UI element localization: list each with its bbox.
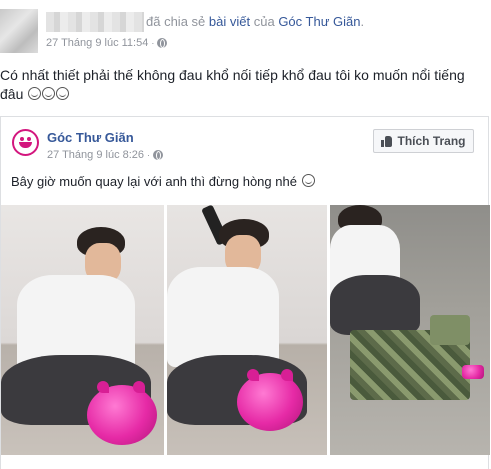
- globe-icon[interactable]: [157, 38, 168, 48]
- poster-name-redacted[interactable]: [46, 12, 144, 32]
- smile-emoji-icon: [28, 87, 42, 100]
- meta-separator: ·: [147, 150, 151, 160]
- page-name[interactable]: Góc Thư Giãn: [47, 130, 134, 145]
- like-page-button[interactable]: Thích Trang: [373, 129, 474, 153]
- shared-post-timestamp[interactable]: 27 Tháng 9 lúc 8:26: [47, 149, 144, 161]
- photo-collage: [1, 205, 490, 469]
- photo-person-pants: [330, 275, 420, 335]
- piggy-bank: [237, 373, 303, 431]
- shared-post-link[interactable]: bài viết: [209, 14, 250, 29]
- piggy-ear: [247, 369, 259, 381]
- page-avatar[interactable]: [12, 129, 39, 156]
- shared-caption: Bây giờ muốn quay lại với anh thì đừng h…: [11, 174, 315, 189]
- piggy-fragment: [462, 365, 484, 379]
- share-period: .: [360, 14, 365, 29]
- shared-caption-text: Bây giờ muốn quay lại với anh thì đừng h…: [11, 174, 297, 189]
- like-page-label: Thích Trang: [397, 134, 466, 148]
- of-text: của: [253, 14, 275, 29]
- shared-post-meta: 27 Tháng 9 lúc 8:26 ·: [47, 149, 164, 161]
- photo-1[interactable]: [1, 205, 164, 455]
- thumbs-up-icon: [381, 135, 393, 147]
- photo-person-shirt: [167, 267, 279, 367]
- smile-emoji-icon: [56, 87, 70, 100]
- meta-separator: ·: [151, 38, 155, 48]
- photo-3[interactable]: [330, 205, 490, 455]
- piggy-ear: [133, 381, 145, 393]
- globe-icon[interactable]: [153, 150, 164, 160]
- piggy-ear: [97, 381, 109, 393]
- post-meta: 27 Tháng 9 lúc 11:54 ·: [46, 37, 168, 49]
- piggy-bank: [87, 385, 157, 445]
- piggy-ear: [281, 369, 293, 381]
- share-line: đã chia sẻ bài viết của Góc Thư Giãn.: [146, 14, 364, 29]
- feed-post: đã chia sẻ bài viết của Góc Thư Giãn. 27…: [0, 0, 491, 469]
- smile-emoji-icon: [42, 87, 56, 100]
- post-message: Có nhất thiết phải thế không đau khổ nối…: [0, 66, 488, 104]
- post-timestamp[interactable]: 27 Tháng 9 lúc 11:54: [46, 37, 148, 49]
- shared-post-card: Góc Thư Giãn 27 Tháng 9 lúc 8:26 · Thích…: [0, 116, 490, 469]
- relieved-emoji-icon: [301, 174, 315, 187]
- share-text: đã chia sẻ: [146, 14, 206, 29]
- page-link[interactable]: Góc Thư Giãn: [278, 14, 360, 29]
- avatar[interactable]: [0, 9, 38, 53]
- post-message-text: Có nhất thiết phải thế không đau khổ nối…: [0, 67, 465, 102]
- money-pile: [430, 315, 470, 345]
- photo-2[interactable]: [167, 205, 327, 455]
